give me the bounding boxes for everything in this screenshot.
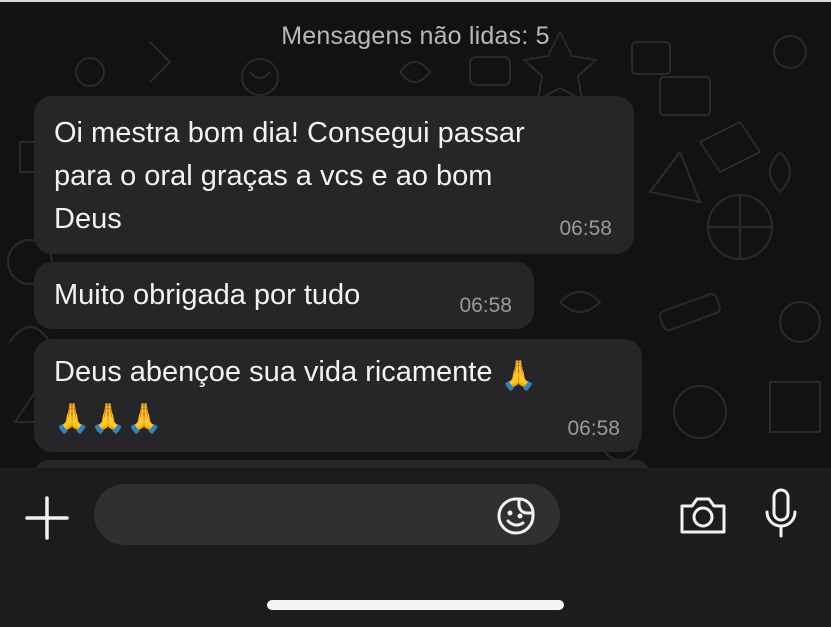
unread-messages-banner: Mensagens não lidas: 5	[281, 22, 550, 50]
message-bubble[interactable]: Deus abençoe sua vida ricamente 🙏 🙏🙏🙏 06…	[34, 339, 642, 452]
camera-button[interactable]	[678, 494, 728, 536]
sticker-icon	[497, 497, 535, 535]
message-text: Muito obrigada por tudo	[54, 279, 361, 311]
message-bubble[interactable]: Muito obrigada por tudo 06:58	[34, 262, 534, 329]
home-indicator[interactable]	[267, 600, 564, 610]
message-text: Deus abençoe sua vida ricamente 🙏	[54, 351, 622, 398]
camera-icon	[680, 497, 726, 534]
message-input[interactable]	[94, 484, 560, 545]
sticker-button[interactable]	[496, 496, 536, 536]
attach-plus-button[interactable]	[24, 495, 70, 541]
praying-hands-emoji: 🙏	[500, 360, 537, 392]
voice-message-button[interactable]	[763, 488, 799, 540]
message-emoji-line: 🙏🙏🙏	[54, 403, 163, 435]
microphone-icon	[765, 488, 797, 538]
message-text-line: Deus abençoe sua vida ricamente	[54, 356, 493, 388]
message-time: 06:58	[559, 217, 612, 240]
message-bubble[interactable]: Oi mestra bom dia! Consegui passar para …	[34, 96, 634, 254]
message-text: Oi mestra bom dia! Consegui passar para …	[54, 117, 525, 235]
chat-screen: Mensagens não lidas: 5 Oi mestra bom dia…	[0, 0, 831, 627]
message-time: 06:58	[459, 294, 512, 317]
message-time: 06:58	[567, 417, 620, 440]
plus-icon	[25, 496, 69, 540]
